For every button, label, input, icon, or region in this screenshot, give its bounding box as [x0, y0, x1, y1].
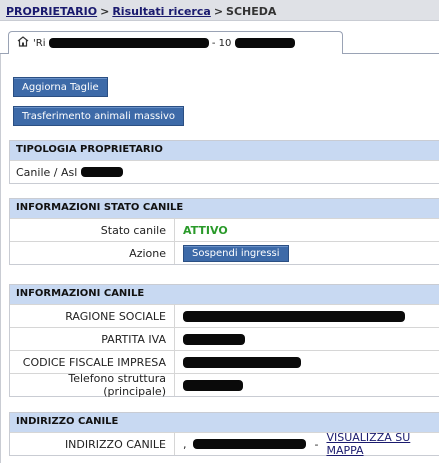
indirizzo-dash: - [314, 437, 319, 451]
tab-bar: 'Ri - 10 [0, 21, 439, 55]
codice-fiscale-label: CODICE FISCALE IMPRESA [10, 351, 175, 373]
indirizzo-label: INDIRIZZO CANILE [10, 433, 175, 455]
breadcrumb-risultati-ricerca[interactable]: Risultati ricerca [112, 5, 210, 18]
ragione-sociale-row: RAGIONE SOCIALE [10, 304, 439, 327]
sospendi-ingressi-button[interactable]: Sospendi ingressi [183, 244, 289, 262]
codice-fiscale-row: CODICE FISCALE IMPRESA [10, 350, 439, 373]
stato-canile-label: Stato canile [10, 219, 175, 241]
tab-label-prefix: 'Ri [33, 38, 46, 49]
azione-row: Azione Sospendi ingressi [10, 241, 439, 264]
tab-scheda-proprietario[interactable]: 'Ri - 10 [8, 31, 343, 54]
breadcrumb-proprietario[interactable]: PROPRIETARIO [6, 5, 97, 18]
breadcrumb: PROPRIETARIO > Risultati ricerca > SCHEDA [0, 0, 439, 21]
section-title: INFORMAZIONI STATO CANILE [10, 199, 439, 218]
tipologia-row: Canile / Asl [10, 160, 439, 183]
section-tipologia-proprietario: TIPOLOGIA PROPRIETARIO Canile / Asl [9, 140, 439, 184]
indirizzo-value-prefix: , [183, 437, 187, 451]
indirizzo-row: INDIRIZZO CANILE , - VISUALIZZA SU MAPPA [10, 431, 439, 457]
section-stato-canile: INFORMAZIONI STATO CANILE Stato canile A… [9, 198, 439, 265]
azione-label: Azione [10, 242, 175, 264]
redacted-indirizzo [192, 439, 307, 449]
aggiorna-taglie-button[interactable]: Aggiorna Taglie [13, 77, 108, 97]
section-title: INDIRIZZO CANILE [10, 413, 439, 432]
partita-iva-label: PARTITA IVA [10, 328, 175, 350]
telefono-label: Telefono struttura (principale) [10, 372, 175, 398]
redacted-ragione-sociale [183, 310, 405, 322]
section-informazioni-canile: INFORMAZIONI CANILE RAGIONE SOCIALE PART… [9, 284, 439, 398]
section-title: TIPOLOGIA PROPRIETARIO [10, 141, 439, 160]
redacted-telefono [183, 379, 243, 391]
tab-label-mid: - 10 [211, 38, 232, 49]
breadcrumb-scheda: SCHEDA [226, 5, 277, 18]
section-indirizzo-canile: INDIRIZZO CANILE INDIRIZZO CANILE , - VI… [9, 412, 439, 457]
content-panel: Aggiorna Taglie Trasferimento animali ma… [0, 54, 439, 463]
redacted-partita-iva [183, 333, 245, 345]
ragione-sociale-label: RAGIONE SOCIALE [10, 305, 175, 327]
home-icon [17, 36, 29, 47]
tipologia-value: Canile / Asl [16, 165, 78, 179]
section-title: INFORMAZIONI CANILE [10, 285, 439, 304]
trasferimento-animali-button[interactable]: Trasferimento animali massivo [13, 106, 185, 126]
redacted-asl [81, 167, 124, 177]
redacted-tab-name [48, 38, 209, 48]
redacted-codice-fiscale [183, 356, 301, 368]
partita-iva-row: PARTITA IVA [10, 327, 439, 350]
breadcrumb-separator: > [213, 5, 224, 18]
status-badge: ATTIVO [183, 223, 228, 237]
telefono-row: Telefono struttura (principale) [10, 372, 439, 398]
visualizza-su-mappa-link[interactable]: VISUALIZZA SU MAPPA [326, 431, 439, 457]
stato-canile-row: Stato canile ATTIVO [10, 218, 439, 241]
redacted-tab-code [234, 38, 295, 48]
breadcrumb-separator: > [100, 5, 110, 18]
